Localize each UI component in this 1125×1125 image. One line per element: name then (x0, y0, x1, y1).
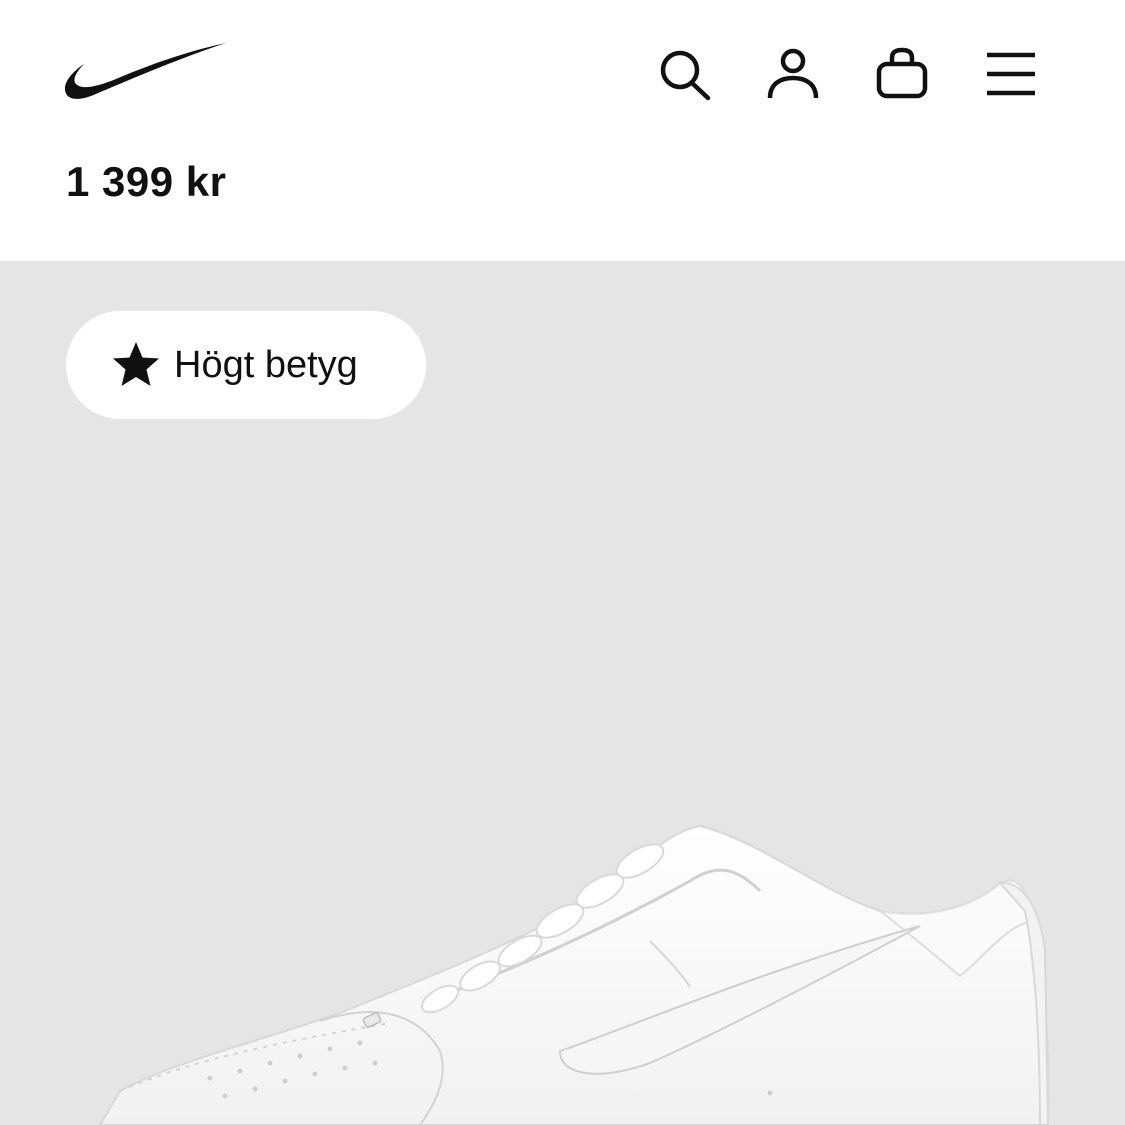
bag-icon (876, 47, 928, 99)
product-page: 1 399 kr Högt betyg (0, 0, 1125, 1125)
nike-logo[interactable] (62, 40, 228, 106)
account-button[interactable] (763, 44, 823, 104)
product-price: 1 399 kr (66, 158, 227, 205)
user-icon (767, 48, 819, 99)
rating-badge: Högt betyg (66, 311, 426, 419)
site-header (0, 0, 1125, 140)
price-section: 1 399 kr (0, 140, 1125, 261)
product-image-area[interactable]: Högt betyg (0, 261, 1125, 1125)
bag-button[interactable] (872, 44, 932, 104)
badge-label: Högt betyg (174, 343, 358, 386)
search-icon (660, 50, 711, 101)
menu-button[interactable] (981, 44, 1041, 104)
product-image-shoe (98, 824, 1050, 1125)
search-button[interactable] (654, 44, 714, 104)
menu-icon (987, 52, 1035, 96)
star-icon (113, 342, 159, 386)
nike-swoosh-icon (64, 43, 226, 99)
